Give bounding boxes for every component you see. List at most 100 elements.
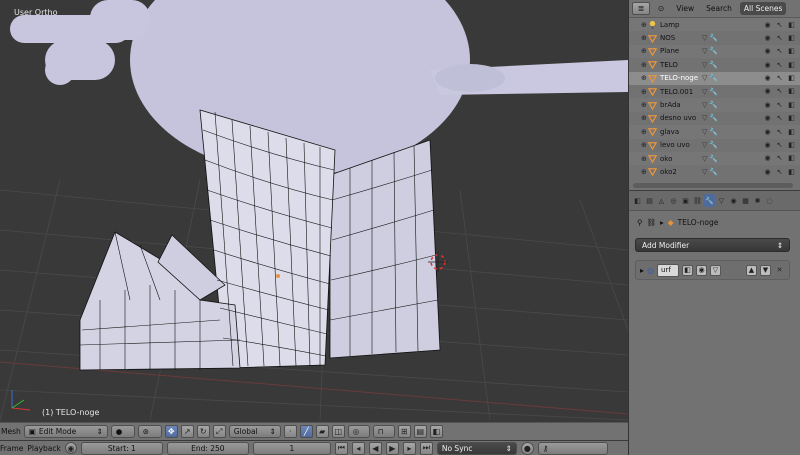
modifier-wrench-icon[interactable]: 🔧 — [709, 101, 718, 109]
close-icon[interactable]: ✕ — [774, 265, 785, 276]
scale-icon[interactable]: ⤢ — [212, 425, 226, 438]
record-icon[interactable]: ◉ — [64, 442, 77, 454]
expand-plus-icon[interactable]: ⊕ — [641, 128, 648, 136]
3d-viewport[interactable]: User Ortho (1) TELO-noge — [0, 0, 628, 422]
editor-type-icon[interactable]: ≣ — [632, 2, 650, 15]
outliner-item[interactable]: ⊕ TELO ▽ 🔧 ◉ ↖ ◧ — [629, 58, 800, 71]
expand-plus-icon[interactable]: ⊕ — [641, 88, 648, 96]
data-tab-icon[interactable]: ▽ — [716, 194, 727, 207]
end-frame-field[interactable]: End: 250 — [166, 441, 249, 455]
object-tab-icon[interactable]: ▣ — [680, 194, 691, 207]
mesh-menu[interactable]: Mesh — [1, 427, 21, 436]
viewport-toggle-icon[interactable]: ◉ — [696, 264, 707, 276]
eye-icon[interactable]: ◉ — [763, 74, 772, 83]
outliner-item[interactable]: ⊕ NOS ▽ 🔧 ◉ ↖ ◧ — [629, 31, 800, 44]
outliner-item[interactable]: ⊕ glava ▽ 🔧 ◉ ↖ ◧ — [629, 125, 800, 139]
playback-menu[interactable]: Playback — [27, 444, 60, 453]
tab-view[interactable]: View — [672, 2, 698, 15]
expand-plus-icon[interactable]: ⊕ — [641, 168, 648, 176]
render-layers-tab-icon[interactable]: ▤ — [644, 194, 655, 207]
expand-plus-icon[interactable]: ⊕ — [641, 21, 648, 29]
move-down-icon[interactable]: ▼ — [760, 264, 771, 276]
viewport-shading-select[interactable]: ● — [110, 425, 135, 438]
tab-all-scenes[interactable]: All Scenes — [739, 2, 787, 15]
tab-search[interactable]: Search — [702, 2, 736, 15]
rotate-icon[interactable]: ↻ — [196, 425, 210, 438]
camera-render-icon[interactable]: ◧ — [787, 60, 796, 69]
modifier-wrench-icon[interactable]: 🔧 — [709, 61, 718, 69]
frame-menu[interactable]: Frame — [0, 444, 23, 453]
move-up-icon[interactable]: ▲ — [746, 264, 757, 276]
outliner-item[interactable]: ⊕ oko ▽ 🔧 ◉ ↖ ◧ — [629, 151, 800, 166]
render-tab-icon[interactable]: ◧ — [632, 194, 643, 207]
manipulator-toggle-icon[interactable]: ✥ — [164, 425, 178, 438]
physics-tab-icon[interactable]: ◌ — [764, 194, 775, 207]
keyframe-next-icon[interactable]: ▸ — [402, 441, 416, 455]
outliner-item[interactable]: ⊕ levo uvo ▽ 🔧 ◉ ↖ ◧ — [629, 139, 800, 152]
mesh-data-icon[interactable]: ▽ — [702, 155, 707, 163]
eye-icon[interactable]: ◉ — [763, 60, 772, 69]
cursor-select-icon[interactable]: ↖ — [775, 127, 784, 136]
pin-icon[interactable]: ⚲ — [637, 218, 643, 227]
eye-icon[interactable]: ◉ — [763, 47, 772, 56]
cursor-select-icon[interactable]: ↖ — [775, 47, 784, 56]
camera-render-icon[interactable]: ◧ — [787, 141, 796, 150]
jump-end-icon[interactable]: ⏭ — [419, 441, 433, 455]
mesh-data-icon[interactable]: ▽ — [702, 141, 707, 149]
cursor-select-icon[interactable]: ↖ — [775, 60, 784, 69]
snap-target-icon[interactable]: ⊞ — [397, 425, 411, 438]
eye-icon[interactable]: ◉ — [763, 154, 772, 163]
constraints-tab-icon[interactable]: ⛓ — [692, 194, 703, 207]
modifier-name-field[interactable]: urf — [657, 263, 679, 277]
mesh-data-icon[interactable]: ▽ — [702, 61, 707, 69]
snap-element-select[interactable]: ⊓ — [372, 425, 395, 438]
outliner-item[interactable]: ⊕ TELO-noge ▽ 🔧 ◉ ↖ ◧ — [629, 71, 800, 85]
modifier-wrench-icon[interactable]: 🔧 — [709, 74, 718, 82]
mesh-data-icon[interactable]: ▽ — [702, 88, 707, 96]
eye-icon[interactable]: ◉ — [763, 100, 772, 109]
modifier-wrench-icon[interactable]: 🔧 — [709, 128, 718, 136]
world-tab-icon[interactable]: ◎ — [668, 194, 679, 207]
play-reverse-icon[interactable]: ◀ — [368, 441, 382, 455]
orientation-select[interactable]: Global ⇕ — [228, 425, 281, 438]
cursor-select-icon[interactable]: ↖ — [775, 100, 784, 109]
modifier-wrench-icon[interactable]: 🔧 — [709, 141, 718, 149]
modifiers-tab-icon[interactable]: 🔧 — [704, 194, 715, 207]
keying-set-field[interactable]: ⚷ — [537, 441, 608, 455]
modifier-wrench-icon[interactable]: 🔧 — [709, 168, 718, 176]
modifier-wrench-icon[interactable]: 🔧 — [709, 47, 718, 55]
camera-render-icon[interactable]: ◧ — [787, 167, 796, 176]
expand-plus-icon[interactable]: ⊕ — [641, 155, 648, 163]
mesh-data-icon[interactable]: ▽ — [702, 114, 707, 122]
camera-render-icon[interactable]: ◧ — [787, 100, 796, 109]
mesh-data-icon[interactable]: ▽ — [702, 168, 707, 176]
render-toggle-icon[interactable]: ◧ — [682, 264, 693, 276]
proportional-edit-select[interactable]: ◎ — [347, 425, 370, 438]
eye-icon[interactable]: ◉ — [763, 141, 772, 150]
cursor-select-icon[interactable]: ↖ — [775, 74, 784, 83]
cursor-select-icon[interactable]: ↖ — [775, 141, 784, 150]
mode-select[interactable]: ▣ Edit Mode ⇕ — [23, 425, 108, 438]
edge-select-icon[interactable]: ╱ — [299, 425, 313, 438]
occlude-geometry-icon[interactable]: ◫ — [331, 425, 345, 438]
eye-icon[interactable]: ◉ — [763, 87, 772, 96]
scene-tab-icon[interactable]: ◬ — [656, 194, 667, 207]
pivot-select[interactable]: ⊛ — [137, 425, 162, 438]
sync-select[interactable]: No Sync ⇕ — [436, 441, 517, 455]
material-tab-icon[interactable]: ◉ — [728, 194, 739, 207]
outliner-item[interactable]: ⊕ oko2 ▽ 🔧 ◉ ↖ ◧ — [629, 165, 800, 178]
auto-keying-icon[interactable]: ● — [520, 441, 534, 455]
cursor-select-icon[interactable]: ↖ — [775, 167, 784, 176]
cursor-select-icon[interactable]: ↖ — [775, 154, 784, 163]
expand-plus-icon[interactable]: ⊕ — [641, 114, 648, 122]
camera-render-icon[interactable]: ◧ — [787, 74, 796, 83]
modifier-wrench-icon[interactable]: 🔧 — [709, 88, 718, 96]
outliner-item[interactable]: ⊕ brAda ▽ 🔧 ◉ ↖ ◧ — [629, 98, 800, 112]
start-frame-field[interactable]: Start: 1 — [80, 441, 163, 455]
face-select-icon[interactable]: ▰ — [315, 425, 329, 438]
outliner-item[interactable]: ⊕ Plane ▽ 🔧 ◉ ↖ ◧ — [629, 44, 800, 59]
play-icon[interactable]: ▶ — [385, 441, 399, 455]
mesh-data-icon[interactable]: ▽ — [702, 34, 707, 42]
expand-plus-icon[interactable]: ⊕ — [641, 101, 648, 109]
eye-icon[interactable]: ◉ — [763, 127, 772, 136]
